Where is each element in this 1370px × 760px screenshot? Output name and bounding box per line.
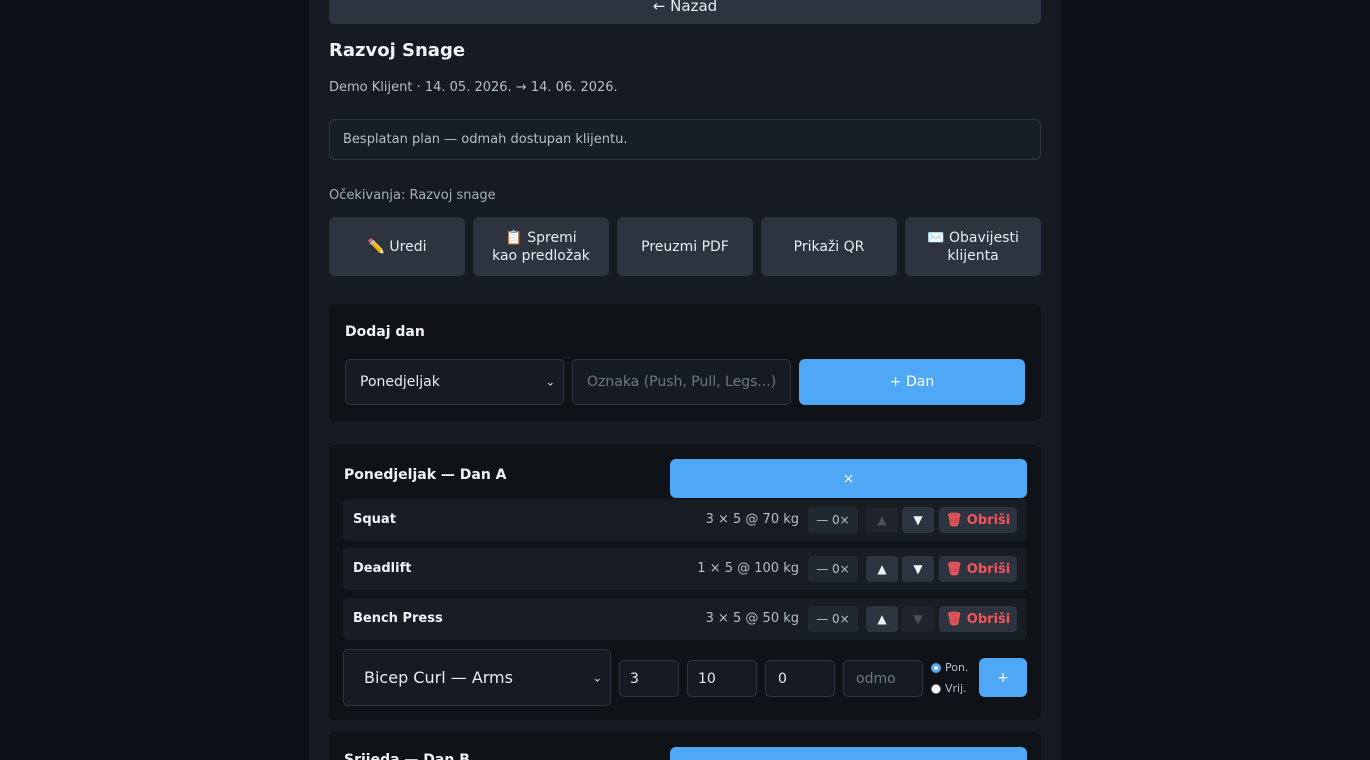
show-qr-button[interactable]: Prikaži QR	[761, 217, 897, 276]
add-exercise-button[interactable]: +	[979, 658, 1027, 697]
add-day-card: Dodaj dan Ponedjeljak ⌄ Oznaka (Push, Pu…	[329, 304, 1041, 421]
day-select[interactable]: Ponedjeljak ⌄	[345, 359, 564, 405]
delete-exercise-button[interactable]: 🗑 Obriši	[939, 606, 1017, 632]
sets-input[interactable]: 3	[619, 660, 679, 697]
radio-time-option[interactable]: Vrij.	[931, 682, 967, 695]
day-label-placeholder: Oznaka (Push, Pull, Legs...)	[587, 374, 777, 390]
exercise-row: Bench Press 3 × 5 @ 50 kg — 0× ▲ ▼ 🗑 Obr…	[343, 598, 1027, 640]
rest-input[interactable]: odmo	[843, 660, 923, 697]
save-template-label-2: kao predložak	[492, 247, 590, 264]
notify-client-button[interactable]: ✉️ Obavijesti klijenta	[905, 217, 1041, 276]
radio-reps-option[interactable]: Pon.	[931, 661, 968, 674]
download-pdf-button[interactable]: Preuzmi PDF	[617, 217, 753, 276]
close-day-button[interactable]: ×	[670, 459, 1027, 498]
save-template-button[interactable]: 📋 Spremi kao predložak	[473, 217, 609, 276]
notify-label-2: klijenta	[947, 247, 999, 264]
exercise-detail: 3 × 5 @ 70 kg	[705, 512, 799, 527]
delete-exercise-button[interactable]: 🗑 Obriši	[939, 556, 1017, 582]
page-title: Razvoj Snage	[329, 40, 466, 61]
chevron-down-icon: ⌄	[592, 671, 602, 684]
exercise-row: Squat 3 × 5 @ 70 kg — 0× ▲ ▼ 🗑 Obriši	[343, 499, 1027, 541]
close-next-day-button[interactable]	[670, 747, 1027, 760]
move-up-button[interactable]: ▲	[866, 507, 898, 533]
next-day-card: Srijeda — Dan B	[329, 732, 1041, 760]
save-template-label-1: 📋 Spremi	[505, 229, 577, 246]
radio-reps-label: Pon.	[945, 661, 969, 674]
edit-button[interactable]: ✏️ Uredi	[329, 217, 465, 276]
exercise-row: Deadlift 1 × 5 @ 100 kg — 0× ▲ ▼ 🗑 Obriš…	[343, 548, 1027, 590]
exercise-name: Bench Press	[353, 611, 443, 626]
radio-reps[interactable]	[931, 662, 941, 673]
day-select-value: Ponedjeljak	[360, 374, 440, 390]
delete-exercise-button[interactable]: 🗑 Obriši	[939, 507, 1017, 533]
notice-text: Besplatan plan — odmah dostupan klijentu…	[343, 132, 628, 147]
exercise-name: Squat	[353, 512, 396, 527]
chevron-down-icon: ⌄	[545, 375, 555, 389]
rest-placeholder: odmo	[856, 670, 896, 687]
add-day-button[interactable]: + Dan	[799, 359, 1025, 405]
day-label-input[interactable]: Oznaka (Push, Pull, Legs...)	[572, 359, 791, 405]
weight-input[interactable]: 0	[765, 660, 835, 697]
weight-value: 0	[778, 670, 787, 687]
plan-notice: Besplatan plan — odmah dostupan klijentu…	[329, 119, 1041, 160]
exercise-name: Deadlift	[353, 561, 412, 576]
radio-time[interactable]	[931, 683, 941, 694]
day-card: Ponedjeljak — Dan A × Squat 3 × 5 @ 70 k…	[329, 445, 1041, 720]
exercise-detail: 3 × 5 @ 50 kg	[705, 611, 799, 626]
exercise-select-value: Bicep Curl — Arms	[364, 668, 513, 687]
reps-input[interactable]: 10	[687, 660, 757, 697]
add-day-title: Dodaj dan	[345, 324, 425, 340]
exercise-detail: 1 × 5 @ 100 kg	[697, 561, 799, 576]
day-title: Ponedjeljak — Dan A	[344, 467, 507, 483]
exercise-count: — 0×	[808, 507, 858, 533]
exercise-count: — 0×	[808, 556, 858, 582]
notify-label-1: ✉️ Obavijesti	[927, 229, 1019, 246]
plan-subtitle: Demo Klijent · 14. 05. 2026. → 14. 06. 2…	[329, 80, 618, 95]
exercise-select[interactable]: Bicep Curl — Arms ⌄	[343, 649, 611, 706]
radio-time-label: Vrij.	[945, 682, 967, 695]
sets-value: 3	[630, 670, 639, 687]
reps-value: 10	[698, 670, 716, 687]
next-day-title: Srijeda — Dan B	[344, 752, 470, 760]
move-down-button[interactable]: ▼	[902, 556, 934, 582]
back-button[interactable]: ← Nazad	[329, 0, 1041, 24]
exercise-count: — 0×	[808, 606, 858, 632]
plan-page: ← Nazad Razvoj Snage Demo Klijent · 14. …	[309, 0, 1061, 760]
move-up-button[interactable]: ▲	[866, 556, 898, 582]
move-down-button[interactable]: ▼	[902, 507, 934, 533]
move-down-button[interactable]: ▼	[902, 606, 934, 632]
expectations-text: Očekivanja: Razvoj snage	[329, 188, 496, 203]
move-up-button[interactable]: ▲	[866, 606, 898, 632]
